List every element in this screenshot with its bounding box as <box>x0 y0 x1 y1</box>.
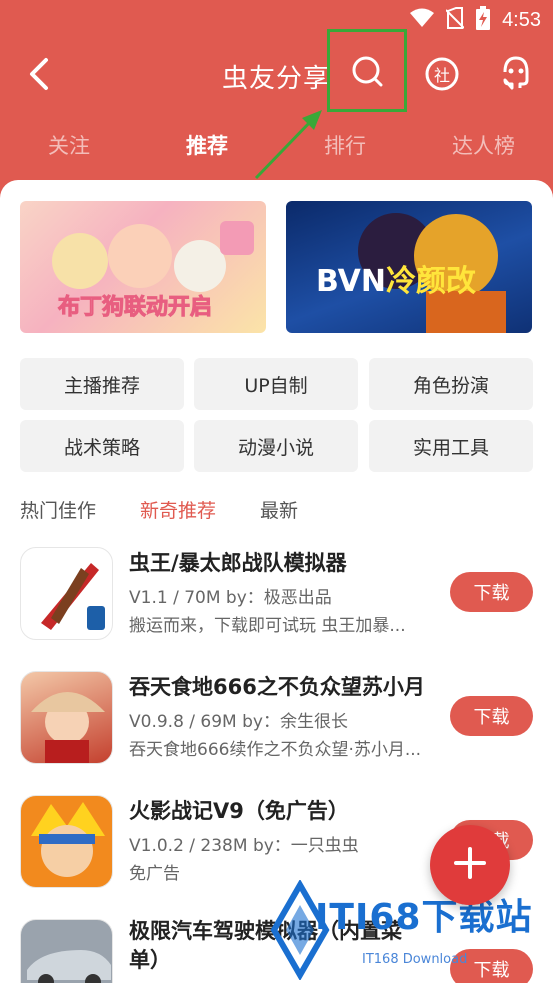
banner-pudding-dog[interactable]: 布丁狗联动开启 <box>20 201 266 333</box>
download-button[interactable]: 下载 <box>450 572 533 612</box>
app-icon <box>20 919 113 983</box>
category-anime[interactable]: 动漫小说 <box>194 420 358 472</box>
app-icon <box>20 671 113 764</box>
main-content: 布丁狗联动开启 BVN冷颜改 主播推荐 UP自制 角色扮演 战术策略 动漫小说 … <box>0 180 553 983</box>
category-strategy[interactable]: 战术策略 <box>20 420 184 472</box>
download-button[interactable]: 下载 <box>450 696 533 736</box>
app-description: 搬运而来，下载即可试玩 虫王加暴... <box>129 616 406 636</box>
banner-bvn[interactable]: BVN冷颜改 <box>286 201 532 333</box>
chevron-left-icon <box>20 58 60 98</box>
banner-text-main: BVN <box>316 264 386 299</box>
app-meta: V1.0.2 / 238M by：一只虫虫 <box>129 836 359 856</box>
watermark-subtitle: IT168 Download <box>362 952 468 967</box>
app-list-item[interactable]: 吞天食地666之不负众望苏小月 V0.9.8 / 69M by：余生很长 吞天食… <box>20 671 533 767</box>
back-button[interactable] <box>20 54 60 94</box>
community-glyph: 社 <box>433 66 450 85</box>
app-name: 火影战记V9（免广告） <box>129 799 349 823</box>
app-list-item[interactable]: 虫王/暴太郎战队模拟器 V1.1 / 70M by：极恶出品 搬运而来，下载即可… <box>20 547 533 643</box>
banner-text: BVN冷颜改 <box>316 256 476 300</box>
watermark-title: ITI68下载站 <box>315 897 533 938</box>
category-rpg[interactable]: 角色扮演 <box>369 358 533 410</box>
page-title: 虫友分享 <box>222 64 331 94</box>
community-button[interactable]: 社 <box>420 52 464 96</box>
no-sim-icon <box>445 7 465 34</box>
app-meta: V0.9.8 / 69M by：余生很长 <box>129 712 348 732</box>
app-description: 吞天食地666续作之不负众望·苏小月... <box>129 740 422 760</box>
subtab-hot[interactable]: 热门佳作 <box>20 496 96 523</box>
banner-text: 布丁狗联动开启 <box>57 295 213 321</box>
watermark-logo: ITI68下载站 IT168 Download <box>270 880 553 980</box>
community-icon: 社 <box>424 56 460 92</box>
app-name: 虫王/暴太郎战队模拟器 <box>129 551 347 575</box>
tab-recommend[interactable]: 推荐 <box>186 130 228 160</box>
tab-ranking[interactable]: 排行 <box>324 130 366 160</box>
subtab-latest[interactable]: 最新 <box>260 496 298 523</box>
category-tools[interactable]: 实用工具 <box>369 420 533 472</box>
robot-face-icon <box>498 54 534 94</box>
tab-experts[interactable]: 达人榜 <box>452 130 515 160</box>
status-bar: 4:53 <box>0 0 553 38</box>
category-streamer[interactable]: 主播推荐 <box>20 358 184 410</box>
app-meta: V1.1 / 70M by：极恶出品 <box>129 588 332 608</box>
status-time: 4:53 <box>502 9 541 31</box>
wifi-icon <box>410 8 435 33</box>
app-icon <box>20 795 113 888</box>
category-up[interactable]: UP自制 <box>194 358 358 410</box>
plus-icon <box>452 845 488 885</box>
add-button[interactable] <box>430 825 510 905</box>
top-app-bar: 虫友分享 社 <box>0 38 553 112</box>
tab-follow[interactable]: 关注 <box>48 130 90 160</box>
profile-button[interactable] <box>494 52 538 96</box>
app-name: 吞天食地666之不负众望苏小月 <box>129 675 425 699</box>
top-tabs: 关注 推荐 排行 达人榜 <box>0 112 553 178</box>
battery-charging-icon <box>476 6 491 35</box>
banner-text-highlight: 冷颜改 <box>385 264 476 299</box>
search-highlight-box <box>327 29 407 112</box>
subtab-new-recommend[interactable]: 新奇推荐 <box>140 496 216 523</box>
app-icon <box>20 547 113 640</box>
